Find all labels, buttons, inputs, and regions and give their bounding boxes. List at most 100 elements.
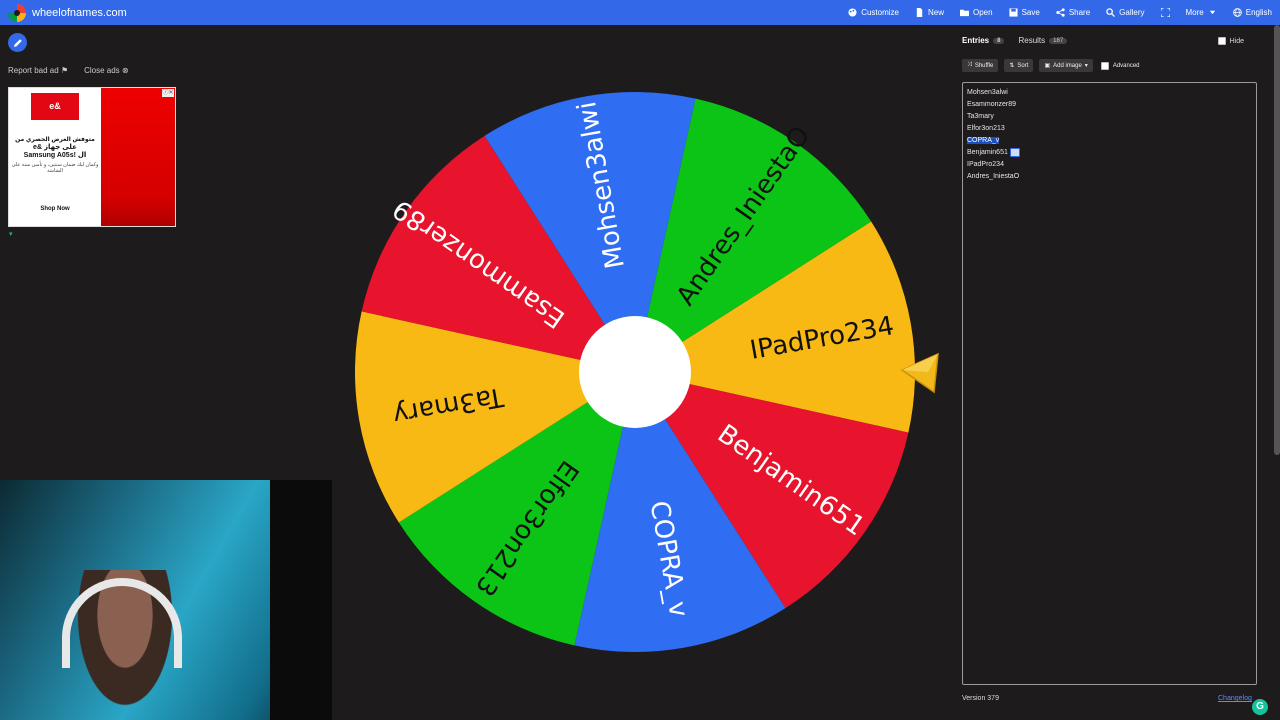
advanced-checkbox[interactable] xyxy=(1100,61,1109,70)
nav-open-label: Open xyxy=(973,8,993,17)
image-icon: ▣ xyxy=(1044,63,1051,69)
sort-icon: ⇅ xyxy=(1009,63,1015,69)
flag-icon: ⚑ xyxy=(60,66,69,75)
nav-gallery-label: Gallery xyxy=(1119,8,1145,17)
entry-text: Benjamin651 xyxy=(967,149,1008,156)
nav-save[interactable]: Save xyxy=(1009,8,1040,17)
changelog-link[interactable]: Changelog xyxy=(1218,695,1252,702)
add-image-button[interactable]: ▣ Add image ▾ xyxy=(1039,59,1093,72)
entry-line: Mohsen3alwi xyxy=(967,87,1252,99)
top-navigation-bar: wheelofnames.com Customize New Open Save… xyxy=(0,0,1280,25)
ad-line-3: Samsung A05s! ال xyxy=(23,152,87,159)
sort-button[interactable]: ⇅ Sort xyxy=(1004,59,1034,72)
fullscreen-icon xyxy=(1160,8,1170,17)
add-image-label: Add image xyxy=(1053,62,1082,69)
entry-line: Andres_IniestaO xyxy=(967,171,1252,183)
close-ads-label: Close ads xyxy=(84,66,120,75)
version-text: Version 379 xyxy=(962,695,999,702)
entry-text-selected: COPRA_v xyxy=(967,137,1000,144)
report-bad-ad-label: Report bad ad xyxy=(8,66,59,75)
ad-line-1: متوفش العرض الحصري من xyxy=(15,137,95,143)
close-ads-link[interactable]: Close ads ⊗ xyxy=(84,66,129,75)
close-icon: ⊗ xyxy=(121,66,129,75)
webcam-overlay xyxy=(0,480,332,720)
hide-label: Hide xyxy=(1229,37,1244,45)
shuffle-button[interactable]: ⤨ Shuffle xyxy=(962,59,999,72)
nav-open[interactable]: Open xyxy=(960,8,993,17)
advanced-label: Advanced xyxy=(1112,62,1140,69)
advertisement-banner[interactable]: e& متوفش العرض الحصري من e& على جهاز Sam… xyxy=(8,87,176,227)
entry-text: Esammonzer89 xyxy=(967,101,1017,108)
entry-line-selected: COPRA_v xyxy=(967,135,1252,147)
tab-results-label: Results xyxy=(1018,36,1046,45)
nav-fullscreen[interactable] xyxy=(1160,8,1170,17)
share-icon xyxy=(1056,8,1065,17)
ad-line-2: e& على جهاز xyxy=(33,144,77,151)
nav-menu: Customize New Open Save Share Gallery Mo… xyxy=(848,0,1272,25)
nav-language-label: English xyxy=(1245,8,1272,17)
wheel-center-hub[interactable] xyxy=(579,316,691,428)
save-icon xyxy=(1009,8,1018,17)
wheel-container[interactable]: IPadPro234 Benjamin651 COPRA_v Elfor3on213 T… xyxy=(354,91,915,652)
edit-button[interactable] xyxy=(8,33,27,52)
nav-customize-label: Customize xyxy=(861,8,899,17)
nav-new-label: New xyxy=(927,8,944,17)
wheel-pointer-icon xyxy=(900,352,939,394)
tab-results[interactable]: Results 187 xyxy=(1018,36,1068,45)
nav-share[interactable]: Share xyxy=(1056,8,1090,17)
hide-checkbox[interactable] xyxy=(1217,37,1226,45)
webcam-dark-edge xyxy=(270,480,332,720)
folder-icon xyxy=(960,9,969,17)
nav-more-label: More xyxy=(1185,8,1204,17)
copy-icon[interactable] xyxy=(1009,147,1020,157)
nav-more[interactable]: More xyxy=(1186,8,1217,17)
ad-links: Report bad ad ⚑ Close ads ⊗ xyxy=(8,66,129,75)
entry-line: Elfor3on213 xyxy=(967,123,1252,135)
report-bad-ad-link[interactable]: Report bad ad ⚑ xyxy=(8,66,68,75)
site-logo[interactable]: wheelofnames.com xyxy=(8,3,127,22)
palette-icon xyxy=(848,8,857,17)
ad-image xyxy=(101,88,175,226)
tab-entries[interactable]: Entries 8 xyxy=(962,36,1005,45)
sidebar-tabs: Entries 8 Results 187 xyxy=(962,36,1068,45)
nav-save-label: Save xyxy=(1021,8,1040,17)
ad-line-4: وكمان ليك ضمان سنتين، و تأمين سنة على ال… xyxy=(11,162,99,174)
entry-text: Elfor3on213 xyxy=(967,125,1005,132)
entry-line: Ta3mary xyxy=(967,111,1252,123)
ad-marker-icon: ▾ xyxy=(9,231,13,238)
page-scrollbar[interactable] xyxy=(1274,25,1280,455)
hide-toggle[interactable]: Hide xyxy=(1217,37,1244,45)
globe-icon xyxy=(1232,8,1242,17)
ad-brand-logo: e& xyxy=(31,93,79,120)
file-icon xyxy=(916,8,923,17)
nav-share-label: Share xyxy=(1068,8,1091,17)
search-icon xyxy=(1106,8,1116,17)
results-count-badge: 187 xyxy=(1049,37,1068,44)
chevron-down-icon xyxy=(1209,10,1215,15)
nav-language[interactable]: English xyxy=(1232,8,1272,17)
entries-textarea[interactable]: Mohsen3alwi Esammonzer89 Ta3mary Elfor3o… xyxy=(962,82,1257,685)
grammarly-icon[interactable]: G xyxy=(1252,699,1268,715)
entry-line: Benjamin651 xyxy=(967,147,1252,159)
chevron-down-icon: ▾ xyxy=(1084,63,1088,69)
entry-line: Esammonzer89 xyxy=(967,99,1252,111)
entry-line: IPadPro234 xyxy=(967,159,1252,171)
adchoices-icon[interactable]: ⓘ✕ xyxy=(162,89,174,97)
shuffle-label: Shuffle xyxy=(974,62,994,69)
wheel-logo-icon xyxy=(8,3,26,22)
pencil-icon xyxy=(13,38,22,47)
nav-new[interactable]: New xyxy=(915,8,944,17)
nav-gallery[interactable]: Gallery xyxy=(1106,8,1145,17)
ad-shop-now-button[interactable]: Shop Now xyxy=(9,206,101,212)
site-name: wheelofnames.com xyxy=(32,6,127,19)
ad-text-panel: e& متوفش العرض الحصري من e& على جهاز Sam… xyxy=(9,88,101,226)
nav-customize[interactable]: Customize xyxy=(848,8,899,17)
sidebar-panel: Entries 8 Results 187 Hide ⤨ Shuffle ⇅ S… xyxy=(954,25,1272,715)
sort-label: Sort xyxy=(1017,62,1029,69)
entry-text: Ta3mary xyxy=(967,113,994,120)
entry-text: Mohsen3alwi xyxy=(967,89,1008,96)
entry-text: Andres_IniestaO xyxy=(967,173,1020,180)
advanced-toggle[interactable]: Advanced xyxy=(1100,59,1140,72)
entries-count-badge: 8 xyxy=(993,37,1005,44)
spin-wheel[interactable]: IPadPro234Benjamin651COPRA_vElfor3on213T… xyxy=(354,91,915,652)
